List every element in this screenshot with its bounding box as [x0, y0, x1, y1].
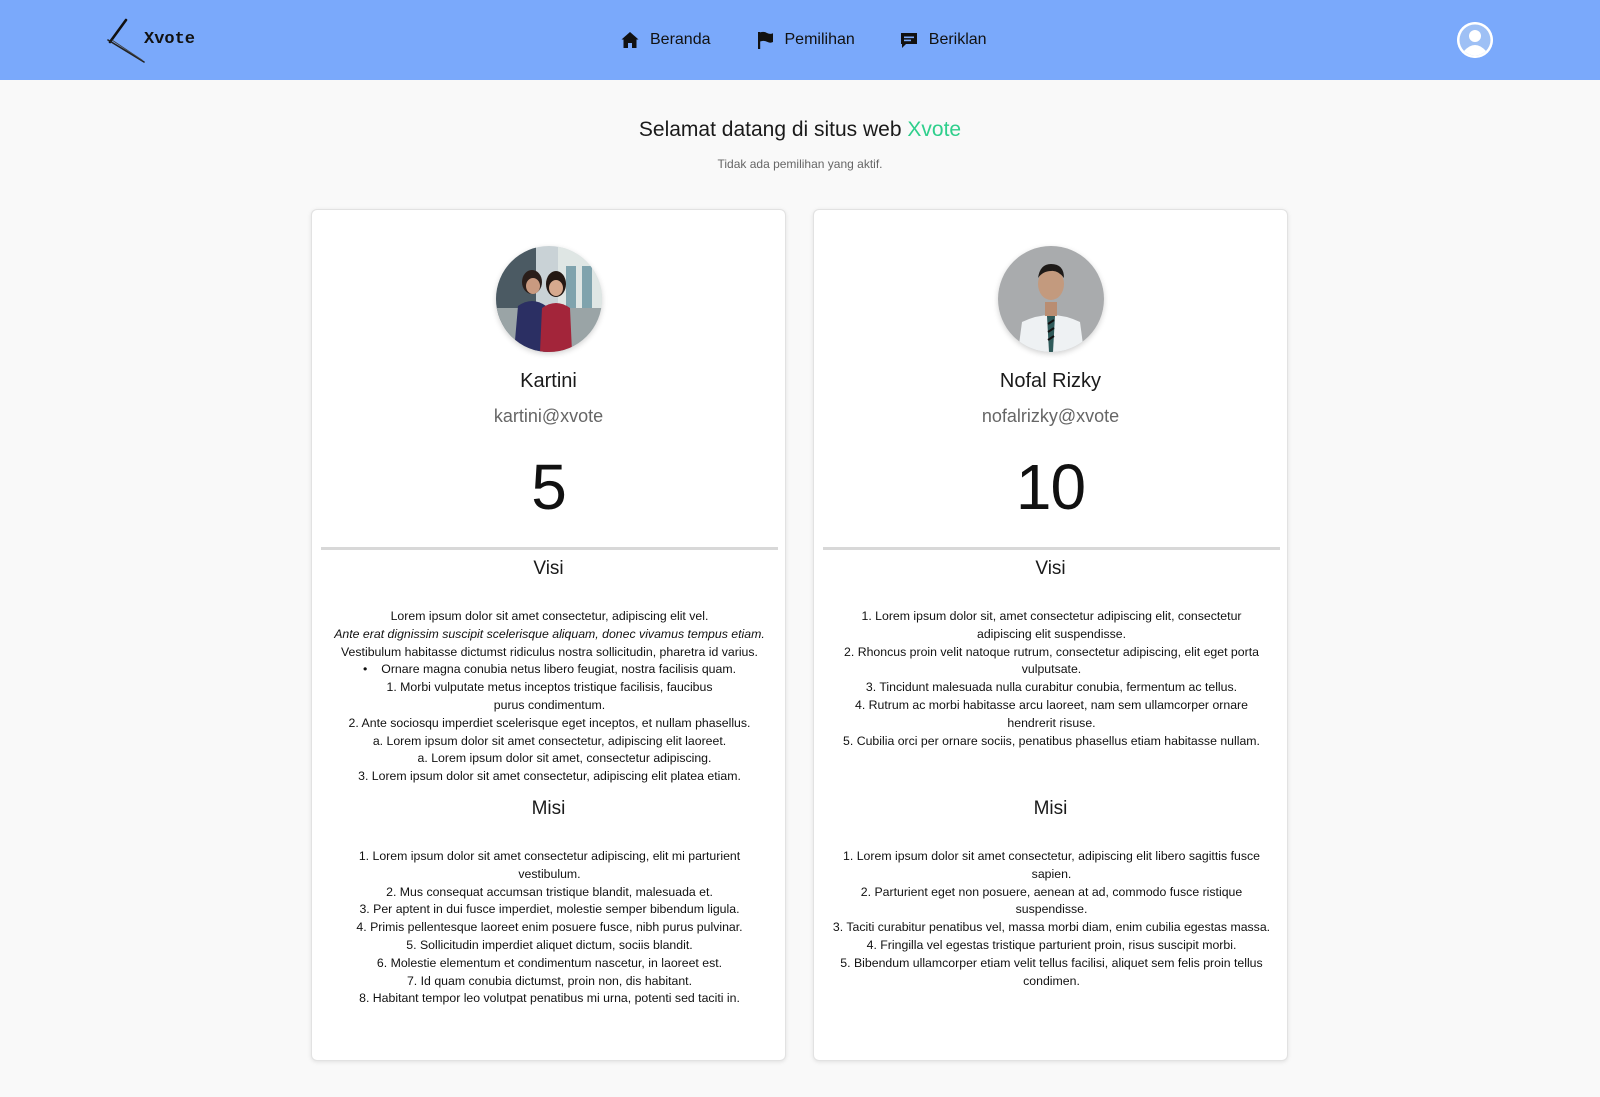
visi-line: 1. Lorem ipsum dolor sit, amet consectet…	[861, 609, 1242, 641]
xvote-logo-icon	[107, 18, 145, 63]
brand-name: Xvote	[144, 29, 196, 49]
candidate-email: nofalrizky@xvote	[981, 406, 1120, 426]
candidate-name: Nofal Rizky	[999, 370, 1102, 392]
misi-line: 2. Parturient eget non posuere, aenean a…	[860, 884, 1243, 917]
visi-line: Vestibulum habitasse dictumst ridiculus …	[341, 644, 758, 659]
misi-body: 1. Lorem ipsum dolor sit amet consectetu…	[320, 848, 779, 1008]
misi-line: 2. Mus consequat accumsan tristique blan…	[386, 884, 713, 899]
welcome-heading: Selamat datang di situs web Xvote	[0, 118, 1600, 142]
nav-item-beriklan[interactable]: Beriklan	[899, 30, 987, 50]
misi-line: 1. Lorem ipsum dolor sit amet consectetu…	[843, 849, 1260, 881]
visi-line: Ante erat dignissim suscipit scelerisque…	[334, 626, 765, 641]
misi-title: Misi	[531, 798, 566, 819]
misi-line: 8. Habitant tempor leo volutpat penatibu…	[359, 991, 740, 1006]
visi-body: 1. Lorem ipsum dolor sit, amet consectet…	[822, 608, 1281, 750]
navbar: Xvote Beranda Pemilihan Beriklan	[0, 0, 1600, 80]
misi-line: 5. Sollicitudin imperdiet aliquet dictum…	[406, 937, 693, 952]
visi-line: 2. Ante sociosqu imperdiet scelerisque e…	[348, 715, 751, 730]
visi-title: Visi	[533, 558, 564, 579]
candidate-photo-image	[998, 246, 1104, 352]
visi-line: a. Lorem ipsum dolor sit amet consectetu…	[372, 733, 727, 748]
misi-line: 3. Taciti curabitur penatibus vel, massa…	[832, 920, 1271, 935]
visi-title: Visi	[1035, 558, 1066, 579]
visi-line: 1. Morbi vulputate metus inceptos tristi…	[386, 680, 713, 712]
candidate-vote-count: 5	[531, 451, 567, 523]
misi-line: 4. Primis pellentesque laoreet enim posu…	[356, 920, 743, 935]
main-nav: Beranda Pemilihan Beriklan	[620, 0, 1031, 80]
nav-item-label: Pemilihan	[784, 31, 855, 48]
nav-item-beranda[interactable]: Beranda	[620, 30, 711, 50]
misi-line: 1. Lorem ipsum dolor sit amet consectetu…	[358, 849, 741, 881]
nav-item-label: Beriklan	[928, 31, 987, 48]
candidate-card-kartini: Kartini kartini@xvote 5 Visi Lorem ipsum…	[311, 209, 786, 1061]
candidate-email: kartini@xvote	[493, 406, 604, 426]
welcome-text: Selamat datang di situs web	[638, 118, 902, 141]
misi-line: 4. Fringilla vel egestas tristique partu…	[866, 937, 1237, 952]
user-avatar-button[interactable]	[1457, 22, 1493, 58]
visi-body: Lorem ipsum dolor sit amet consectetur, …	[320, 608, 779, 786]
visi-line: Lorem ipsum dolor sit amet consectetur, …	[390, 609, 709, 623]
candidate-photo	[496, 246, 602, 352]
visi-line: a. Lorem ipsum dolor sit amet, consectet…	[417, 751, 712, 766]
nav-item-label: Beranda	[650, 31, 711, 48]
visi-line: 5. Cubilia orci per ornare sociis, penat…	[843, 733, 1260, 748]
card-divider	[823, 547, 1280, 550]
brand-logo-link[interactable]: Xvote	[104, 18, 195, 64]
candidate-vote-count: 10	[1015, 451, 1086, 523]
home-icon	[621, 32, 639, 48]
visi-bullet-line: Ornare magna conubia netus libero feugia…	[320, 661, 779, 679]
candidate-name: Kartini	[520, 370, 577, 392]
welcome-brand-accent: Xvote	[907, 118, 962, 141]
misi-body: 1. Lorem ipsum dolor sit amet consectetu…	[822, 848, 1281, 990]
nav-item-pemilihan[interactable]: Pemilihan	[755, 30, 855, 50]
ad-message-icon	[900, 33, 917, 48]
candidate-card-nofal-rizky: Nofal Rizky nofalrizky@xvote 10 Visi 1. …	[813, 209, 1288, 1061]
misi-line: 3. Per aptent in dui fusce imperdiet, mo…	[359, 902, 740, 917]
misi-line: 6. Molestie elementum et condimentum nas…	[376, 955, 723, 970]
visi-line: 3. Lorem ipsum dolor sit amet consectetu…	[358, 769, 741, 784]
misi-line: 7. Id quam conubia dictumst, proin non, …	[406, 973, 693, 988]
misi-line: 5. Bibendum ullamcorper etiam velit tell…	[840, 955, 1263, 988]
misi-title: Misi	[1033, 798, 1068, 819]
candidate-photo-image	[496, 246, 602, 352]
election-status-text: Tidak ada pemilihan yang aktif.	[717, 157, 883, 171]
card-divider	[321, 547, 778, 550]
visi-line: 4. Rutrum ac morbi habitasse arcu laoree…	[855, 697, 1248, 730]
candidate-photo	[998, 246, 1104, 352]
flag-icon	[757, 31, 773, 49]
visi-line: 2. Rhoncus proin velit natoque rutrum, c…	[844, 644, 1259, 677]
user-avatar-icon	[1457, 22, 1493, 58]
visi-line: 3. Tincidunt malesuada nulla curabitur c…	[865, 680, 1238, 695]
